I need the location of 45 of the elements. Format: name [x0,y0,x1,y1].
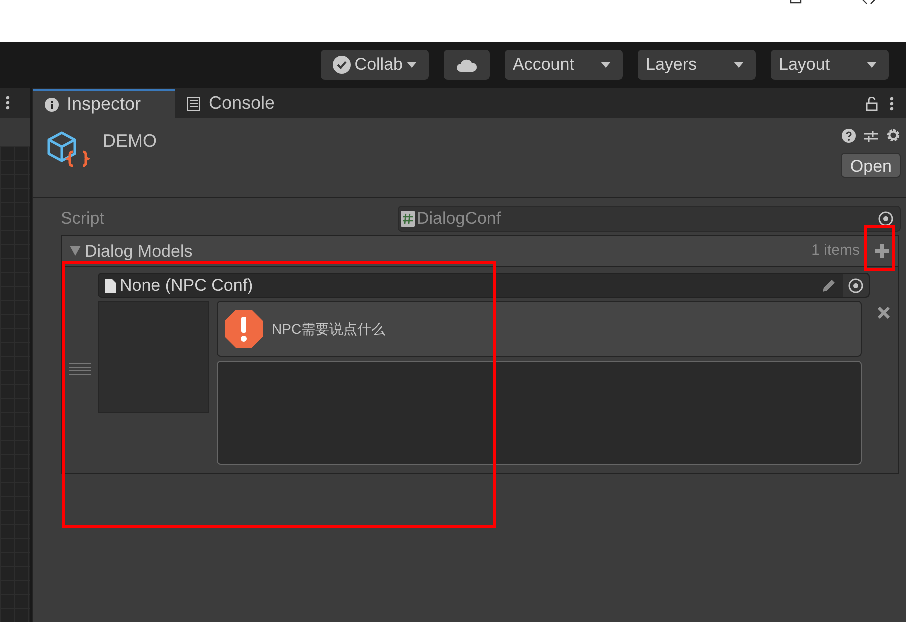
foldout-toggle[interactable]: Dialog Models [70,242,193,260]
open-button[interactable]: Open [841,153,901,178]
check-icon [332,56,351,74]
drag-handle-icon[interactable] [69,363,91,375]
console-icon [187,96,201,110]
caret-icon [734,62,744,68]
field-label: Script [61,208,106,230]
settings-icon[interactable] [886,128,901,143]
dropdown-button[interactable]: Layers [638,50,756,80]
remove-icon[interactable] [878,307,890,319]
close-icon[interactable] [860,0,878,5]
script-name: DialogConf [417,208,502,230]
highlight-box [864,225,895,271]
text-area[interactable] [217,361,862,465]
item-count: 1 items [812,240,860,261]
caret-icon [407,62,417,68]
dropdown-button[interactable]: Layout [771,50,889,80]
triangle-icon [70,246,81,256]
script-file-icon [401,211,415,227]
object-name: None (NPC Conf) [120,274,254,297]
collab-button[interactable]: Collab [320,50,429,80]
plus-icon [874,243,890,259]
target-icon [848,278,864,294]
more-icon[interactable] [890,96,894,112]
more-icon[interactable] [6,95,10,111]
panel-header [0,118,30,146]
cloud-button[interactable] [444,50,490,80]
maximize-icon[interactable] [790,0,802,4]
lock-icon[interactable] [866,96,878,110]
warning-icon [224,309,264,349]
file-icon [105,278,116,292]
target-icon [878,211,894,227]
warning-text: NPC需要说点什么 [272,320,386,338]
sliders-icon[interactable] [864,128,878,142]
panel-tab[interactable]: Console [175,89,288,118]
cloud-icon [456,58,478,72]
object-field[interactable]: None (NPC Conf) [98,273,870,298]
help-icon[interactable] [842,128,856,142]
dropdown-button[interactable]: Account [505,50,623,80]
pencil-icon[interactable] [821,278,837,294]
info-icon [45,98,59,112]
caret-icon [867,62,877,68]
asset-title: DEMO [103,130,157,150]
caret-icon [601,62,611,68]
panel-tab[interactable]: Inspector [33,89,175,118]
